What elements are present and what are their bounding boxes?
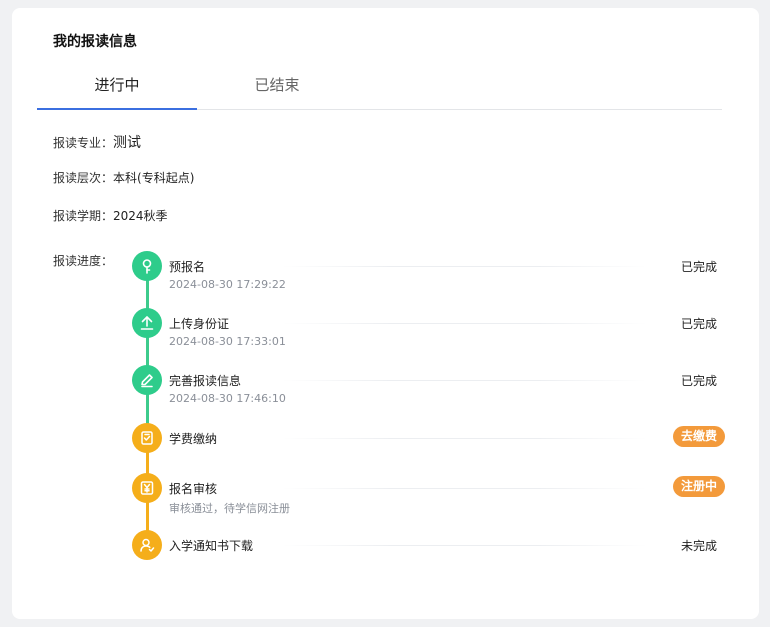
- step-divider: [282, 438, 647, 439]
- registering-badge[interactable]: 注册中: [672, 476, 725, 497]
- level-label: 报读层次：: [53, 171, 114, 185]
- pay-tuition-button[interactable]: 去缴费: [672, 426, 725, 447]
- step-tuition-payment: 学费缴纳 去缴费: [132, 423, 725, 469]
- major-value: 测试: [113, 135, 142, 151]
- step-complete-info: 完善报读信息 2024-08-30 17:46:10 已完成: [132, 365, 717, 411]
- page-title: 我的报读信息: [53, 34, 137, 50]
- step-divider: [282, 488, 647, 489]
- active-tab-indicator: [37, 108, 197, 110]
- major-label: 报读专业：: [53, 136, 114, 150]
- step-name: 入学通知书下载: [169, 539, 254, 553]
- enrollment-card: 我的报读信息 进行中 已结束 报读专业：测试 报读层次：本科(专科起点) 报读学…: [12, 8, 759, 619]
- step-registration-review: 报名审核 审核通过，待学信网注册 注册中: [132, 473, 725, 519]
- upload-icon: [132, 308, 162, 338]
- step-divider: [282, 380, 647, 381]
- term-label: 报读学期：: [53, 209, 114, 223]
- level-value: 本科(专科起点): [113, 171, 195, 185]
- level-row: 报读层次：本科(专科起点): [53, 169, 194, 186]
- step-divider: [282, 266, 647, 267]
- key-icon: [132, 251, 162, 281]
- step-pre-registration: 预报名 2024-08-30 17:29:22 已完成: [132, 251, 717, 297]
- timeline-line-done: [146, 273, 149, 446]
- term-row: 报读学期：2024秋季: [53, 207, 168, 224]
- step-status: 已完成: [680, 317, 717, 331]
- step-name: 学费缴纳: [169, 432, 218, 446]
- step-divider: [282, 323, 647, 324]
- step-status: 未完成: [680, 539, 717, 553]
- step-status: 已完成: [680, 374, 717, 388]
- step-name: 预报名: [169, 260, 206, 274]
- step-name: 完善报读信息: [169, 374, 242, 388]
- step-time: 2024-08-30 17:29:22: [169, 278, 286, 291]
- step-note: 审核通过，待学信网注册: [169, 502, 290, 515]
- step-admission-letter: 入学通知书下载 未完成: [132, 530, 717, 576]
- yuan-doc-icon: [132, 473, 162, 503]
- step-name: 上传身份证: [169, 317, 230, 331]
- step-name: 报名审核: [169, 482, 218, 496]
- user-icon: [132, 530, 162, 560]
- tab-in-progress[interactable]: 进行中: [37, 72, 197, 108]
- step-upload-id: 上传身份证 2024-08-30 17:33:01 已完成: [132, 308, 717, 354]
- edit-icon: [132, 365, 162, 395]
- step-time: 2024-08-30 17:33:01: [169, 335, 286, 348]
- step-time: 2024-08-30 17:46:10: [169, 392, 286, 405]
- tab-bar: 进行中 已结束: [37, 72, 722, 110]
- progress-label: 报读进度：: [53, 254, 114, 268]
- term-value: 2024秋季: [113, 209, 168, 223]
- step-status: 已完成: [680, 260, 717, 274]
- tab-finished[interactable]: 已结束: [197, 72, 357, 108]
- receipt-icon: [132, 423, 162, 453]
- major-row: 报读专业：测试: [53, 132, 141, 152]
- step-divider: [282, 545, 647, 546]
